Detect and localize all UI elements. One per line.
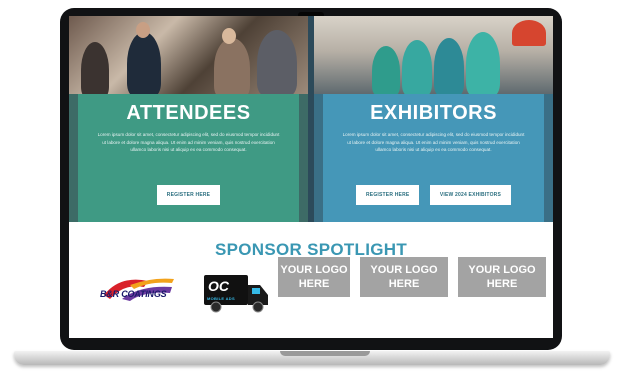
logo-placeholder-2[interactable]: YOUR LOGO HERE: [360, 257, 448, 297]
attendees-box: ATTENDEES Lorem ipsum dolor sit amet, co…: [78, 94, 299, 222]
exhibitors-register-button[interactable]: REGISTER HERE: [355, 185, 420, 205]
attendees-title: ATTENDEES: [126, 102, 251, 124]
photo-figure: [136, 22, 150, 38]
oc-logo-text: OC: [208, 278, 229, 294]
hero-panels: ATTENDEES Lorem ipsum dolor sit amet, co…: [69, 16, 553, 222]
attendees-description: Lorem ipsum dolor sit amet, consectetur …: [97, 132, 280, 152]
br-coatings-logo-text: B&R COATINGS: [100, 289, 167, 299]
laptop-base-notch: [280, 351, 370, 356]
view-exhibitors-button[interactable]: VIEW 2024 EXHIBITORS: [429, 185, 512, 205]
truck-wheel-icon: [210, 301, 222, 313]
photo-figure: [81, 42, 109, 94]
attendees-register-button[interactable]: REGISTER HERE: [156, 185, 221, 205]
logo-placeholder-3[interactable]: YOUR LOGO HERE: [458, 257, 546, 297]
exhibitors-photo: [314, 16, 553, 94]
laptop-mockup: ATTENDEES Lorem ipsum dolor sit amet, co…: [0, 0, 623, 375]
photo-figure: [434, 38, 464, 94]
photo-figure: [127, 32, 161, 94]
truck-window-icon: [252, 288, 260, 294]
exhibitors-description: Lorem ipsum dolor sit amet, consectetur …: [342, 132, 525, 152]
attendees-photo: [69, 16, 308, 94]
photo-figure: [466, 32, 500, 94]
photo-figure: [214, 38, 250, 94]
attendees-panel: ATTENDEES Lorem ipsum dolor sit amet, co…: [69, 16, 308, 222]
logo-placeholder-1[interactable]: YOUR LOGO HERE: [278, 257, 350, 297]
laptop-base: [14, 351, 610, 365]
exhibitors-panel: EXHIBITORS Lorem ipsum dolor sit amet, c…: [314, 16, 553, 222]
photo-figure: [372, 46, 400, 94]
attendees-actions: REGISTER HERE: [78, 183, 299, 205]
photo-figure: [512, 20, 546, 46]
truck-wheel-icon: [252, 301, 264, 313]
photo-figure: [402, 40, 432, 94]
photo-figure: [257, 30, 297, 94]
photo-figure: [222, 28, 236, 44]
oc-logo-subtext: MOBILE ADS: [207, 296, 235, 301]
exhibitors-actions: REGISTER HERE VIEW 2024 EXHIBITORS: [323, 183, 544, 205]
exhibitors-box: EXHIBITORS Lorem ipsum dolor sit amet, c…: [323, 94, 544, 222]
exhibitors-title: EXHIBITORS: [370, 102, 497, 124]
